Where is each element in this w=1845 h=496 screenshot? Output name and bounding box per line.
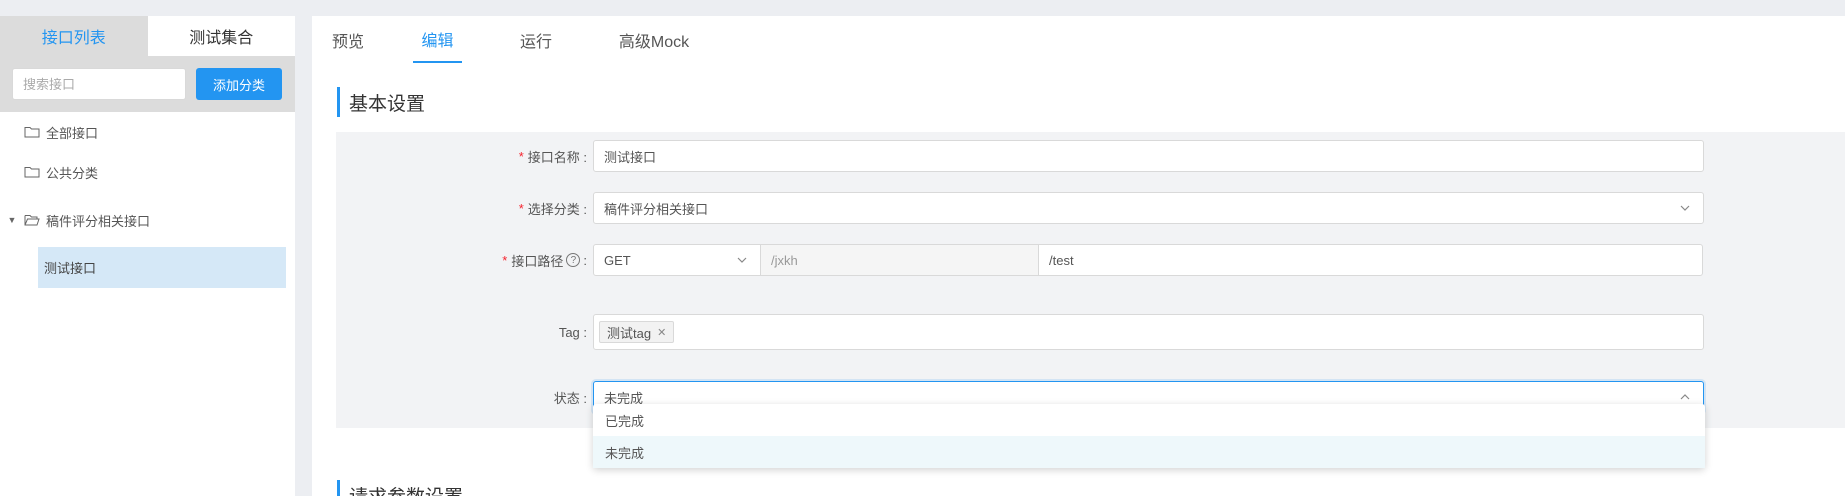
status-option-undone[interactable]: 未完成	[593, 436, 1705, 468]
main-panel: 预览 编辑 运行 高级Mock 基本设置 * 接口名称 : 测试接口 * 选择分类 …	[312, 16, 1845, 496]
add-category-button[interactable]: 添加分类	[196, 68, 282, 100]
chevron-down-icon	[737, 257, 747, 263]
name-label: * 接口名称 :	[518, 148, 587, 165]
chevron-down-icon	[1680, 205, 1690, 211]
path-input[interactable]: /test	[1038, 244, 1703, 276]
tab-run[interactable]: 运行	[516, 16, 556, 63]
row-tag: Tag : 测试tag ✕	[336, 314, 1845, 350]
tab-test-collection[interactable]: 测试集合	[147, 16, 295, 56]
tab-preview[interactable]: 预览	[328, 16, 368, 63]
tag-label: Tag :	[558, 324, 587, 340]
caret-down-icon[interactable]: ▼	[0, 215, 24, 225]
tab-interface-list[interactable]: 接口列表	[0, 16, 148, 56]
folder-open-icon	[24, 215, 40, 226]
request-params-title: 请求参数设置	[337, 480, 463, 496]
search-input[interactable]	[12, 68, 186, 100]
sidebar-tabs: 接口列表 测试集合	[0, 16, 295, 56]
sidebar-search-row: 添加分类	[0, 56, 295, 112]
basic-settings-title: 基本设置	[337, 87, 425, 117]
method-select[interactable]: GET	[593, 244, 761, 276]
row-name: * 接口名称 : 测试接口	[336, 140, 1845, 172]
question-circle-icon[interactable]: ?	[566, 253, 581, 267]
basic-settings-form: * 接口名称 : 测试接口 * 选择分类 : 稿件评分相关接口 * 接口路径?: GE…	[336, 132, 1845, 428]
tree-leaf-selected[interactable]: 测试接口	[38, 247, 286, 288]
sidebar: 接口列表 测试集合 添加分类 全部接口 公共分类 ▼ 稿件评分相关接口 测试接口	[0, 16, 295, 496]
tree-item-manuscript[interactable]: ▼ 稿件评分相关接口	[0, 200, 286, 240]
tree-item-label: 全部接口	[46, 125, 99, 141]
name-input[interactable]: 测试接口	[593, 140, 1704, 172]
chevron-up-icon	[1680, 394, 1690, 400]
folder-icon	[24, 127, 40, 138]
category-select[interactable]: 稿件评分相关接口	[593, 192, 1704, 224]
status-dropdown: 已完成 未完成	[593, 404, 1705, 468]
status-label: 状态 :	[553, 390, 587, 406]
tag-input[interactable]: 测试tag ✕	[593, 314, 1704, 350]
tree-item-public[interactable]: 公共分类	[0, 152, 286, 192]
row-category: * 选择分类 : 稿件评分相关接口	[336, 192, 1845, 224]
tree-leaf-label: 测试接口	[44, 261, 97, 276]
tree-item-label: 公共分类	[46, 165, 99, 181]
category-label: * 选择分类 :	[518, 200, 587, 217]
tab-advanced-mock[interactable]: 高级Mock	[614, 16, 694, 63]
row-path: * 接口路径?: GET /jxkh /test	[336, 244, 1845, 276]
base-path: /jxkh	[760, 244, 1039, 276]
status-option-done[interactable]: 已完成	[593, 404, 1705, 436]
tree-item-all[interactable]: 全部接口	[0, 112, 286, 152]
folder-icon	[24, 167, 40, 178]
close-icon[interactable]: ✕	[657, 326, 666, 339]
tag-chip: 测试tag ✕	[599, 321, 675, 343]
tree-item-label: 稿件评分相关接口	[46, 213, 151, 229]
tab-edit[interactable]: 编辑	[413, 16, 462, 63]
path-label: * 接口路径?:	[502, 252, 587, 269]
